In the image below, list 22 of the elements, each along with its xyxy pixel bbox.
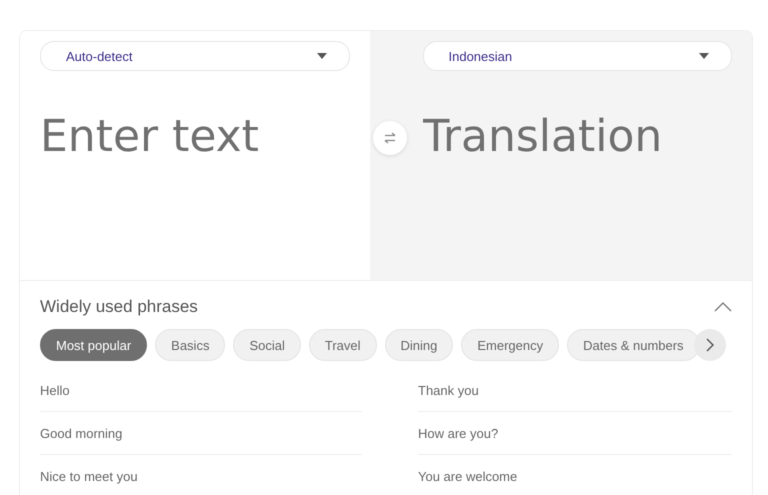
swap-icon — [383, 132, 397, 144]
phrase-link[interactable]: Hello — [40, 382, 70, 398]
category-chip[interactable]: Basics — [155, 329, 226, 361]
phrase-link[interactable]: Nice to meet you — [40, 468, 138, 484]
chevron-right-icon — [706, 338, 714, 352]
category-chip[interactable]: Emergency — [461, 329, 560, 361]
next-button[interactable] — [694, 329, 726, 361]
caret-icon — [316, 53, 326, 59]
collapse-icon[interactable] — [714, 302, 732, 312]
section-title: Widely used phrases — [40, 297, 198, 317]
category-chip[interactable]: Dining — [384, 329, 454, 361]
category-chip[interactable]: Social — [233, 329, 301, 361]
phrase-link[interactable]: How are you? — [418, 426, 498, 440]
category-chip[interactable]: Most popular — [40, 329, 148, 361]
language-dropdown[interactable]: Indonesian — [422, 41, 732, 71]
phrase-link[interactable]: Thank you — [418, 382, 479, 398]
input-field[interactable]: Enter text — [40, 111, 350, 191]
phrase-link[interactable]: You are welcome — [418, 468, 518, 484]
category-chip[interactable]: Travel — [308, 329, 377, 361]
phrase-link[interactable]: Good morning — [40, 426, 122, 440]
language-dropdown[interactable]: Auto-detect — [40, 41, 350, 71]
caret-icon — [699, 53, 709, 59]
